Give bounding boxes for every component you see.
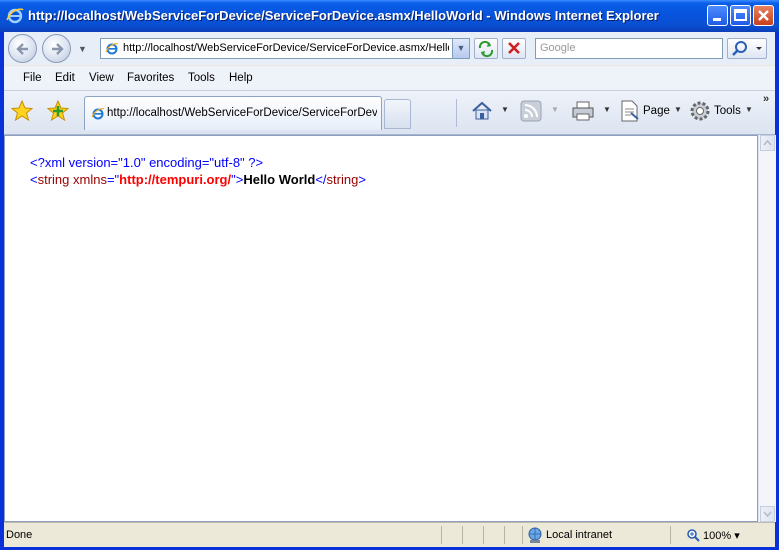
page-ie-icon	[105, 43, 119, 55]
forward-arrow-icon	[52, 43, 64, 55]
status-bar: Done Local intranet 100% ▾	[4, 522, 775, 547]
menu-help[interactable]: Help	[229, 72, 253, 84]
add-favorites-icon[interactable]	[46, 99, 70, 123]
new-tab-button[interactable]	[384, 99, 411, 129]
zoom-magnifier-icon	[687, 529, 700, 542]
toolbar-separator	[456, 99, 457, 127]
window-title: http://localhost/WebServiceForDevice/Ser…	[28, 8, 659, 23]
scroll-up-button[interactable]	[760, 135, 775, 151]
print-dropdown[interactable]: ▼	[603, 105, 611, 114]
search-icon	[732, 41, 762, 56]
search-input[interactable]: Google	[535, 38, 723, 59]
close-button[interactable]	[753, 5, 774, 26]
status-divider	[504, 526, 505, 544]
page-content: <?xml version="1.0" encoding="utf-8" ?> …	[4, 135, 758, 522]
status-divider	[483, 526, 484, 544]
back-button[interactable]	[8, 34, 37, 63]
address-bar[interactable]: http://localhost/WebServiceForDevice/Ser…	[100, 38, 470, 59]
security-zone-label[interactable]: Local intranet	[546, 529, 612, 541]
home-dropdown[interactable]: ▼	[501, 105, 509, 114]
tools-dropdown[interactable]: ▼	[745, 105, 753, 114]
ie-window: http://localhost/WebServiceForDevice/Ser…	[0, 0, 779, 550]
close-icon	[758, 10, 769, 21]
menu-view[interactable]: View	[89, 72, 114, 84]
attribute-name: xmlns	[69, 172, 107, 187]
xml-declaration-text: <?xml version="1.0" encoding="utf-8" ?>	[30, 155, 264, 170]
zoom-level[interactable]: 100% ▾	[703, 529, 740, 542]
stop-x-icon	[508, 42, 520, 54]
menu-bar: File Edit View Favorites Tools Help	[4, 66, 775, 91]
zoom-dropdown-arrow: ▾	[734, 530, 740, 542]
zoom-value: 100%	[703, 530, 732, 542]
tab-label: http://localhost/WebServiceForDevice/Ser…	[107, 107, 377, 119]
address-row: ▼ http://localhost/WebServiceForDevice/S…	[4, 32, 775, 65]
recent-pages-dropdown[interactable]: ▼	[78, 44, 87, 54]
element-text: Hello World	[243, 172, 316, 187]
minimize-icon	[713, 18, 721, 21]
refresh-button[interactable]	[474, 38, 498, 59]
feeds-dropdown[interactable]: ▼	[551, 105, 559, 114]
ie-logo-icon	[6, 8, 24, 24]
menu-edit[interactable]: Edit	[55, 72, 75, 84]
open-bracket: <	[30, 172, 38, 187]
attribute-close: ">	[231, 172, 244, 187]
tag-name: string	[37, 172, 70, 187]
page-icon[interactable]	[618, 99, 640, 123]
tools-gear-icon[interactable]	[688, 99, 712, 123]
tab-command-bar: http://localhost/WebServiceForDevice/Ser…	[4, 91, 775, 135]
minimize-button[interactable]	[707, 5, 728, 26]
page-dropdown[interactable]: ▼	[674, 105, 682, 114]
toolbar-overflow-chevron[interactable]: »	[763, 93, 769, 105]
scroll-down-button[interactable]	[760, 506, 775, 522]
page-menu-label[interactable]: Page	[643, 105, 670, 117]
tools-menu-label[interactable]: Tools	[714, 105, 741, 117]
xml-string-element: <string xmlns="http://tempuri.org/">Hell…	[30, 171, 366, 188]
attribute-equals: ="	[106, 172, 120, 187]
refresh-icon	[478, 40, 494, 58]
intranet-globe-icon	[528, 527, 542, 543]
status-divider	[441, 526, 442, 544]
browser-frame: ▼ http://localhost/WebServiceForDevice/S…	[4, 32, 776, 547]
maximize-icon	[734, 9, 747, 21]
menu-favorites[interactable]: Favorites	[127, 72, 174, 84]
menu-tools[interactable]: Tools	[188, 72, 215, 84]
status-divider	[462, 526, 463, 544]
tab-ie-icon	[91, 108, 105, 120]
address-input[interactable]: http://localhost/WebServiceForDevice/Ser…	[123, 42, 449, 54]
print-icon[interactable]	[570, 99, 596, 123]
xml-declaration: <?xml version="1.0" encoding="utf-8" ?>	[30, 154, 366, 171]
tab-active[interactable]: http://localhost/WebServiceForDevice/Ser…	[84, 96, 382, 130]
status-divider	[522, 526, 523, 544]
close-tag-end: >	[358, 172, 366, 187]
address-dropdown-button[interactable]: ▼	[452, 39, 469, 58]
scroll-down-arrow-icon	[763, 511, 772, 518]
search-button[interactable]	[727, 38, 767, 59]
forward-button[interactable]	[42, 34, 71, 63]
attribute-value: http://tempuri.org/	[119, 172, 232, 187]
feeds-icon[interactable]	[519, 99, 543, 123]
home-icon[interactable]	[470, 99, 494, 123]
close-tag-name: string	[326, 172, 359, 187]
title-bar[interactable]: http://localhost/WebServiceForDevice/Ser…	[0, 0, 779, 32]
xml-document: <?xml version="1.0" encoding="utf-8" ?> …	[30, 154, 366, 188]
vertical-scrollbar[interactable]	[758, 135, 776, 522]
status-divider	[670, 526, 671, 544]
scroll-up-arrow-icon	[763, 139, 772, 146]
menu-file[interactable]: File	[23, 72, 42, 84]
favorites-star-icon[interactable]	[10, 99, 34, 123]
stop-button[interactable]	[502, 38, 526, 59]
maximize-button[interactable]	[730, 5, 751, 26]
close-tag-open: </	[315, 172, 327, 187]
status-text: Done	[6, 529, 33, 541]
back-arrow-icon	[16, 43, 28, 55]
